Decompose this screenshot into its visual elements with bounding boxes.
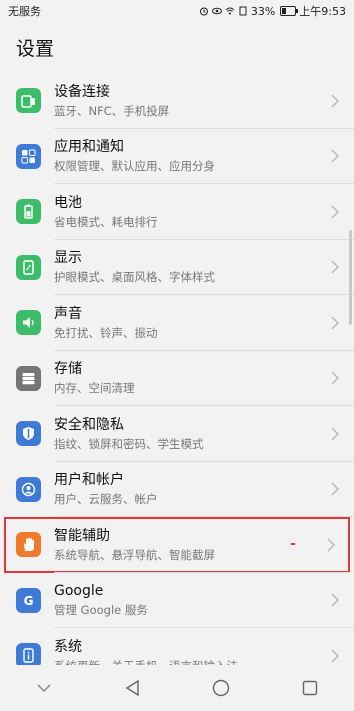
chevron-right-icon xyxy=(331,260,339,274)
hand-icon xyxy=(16,532,41,558)
chevron-right-icon xyxy=(331,371,339,385)
item-texts: 用户和帐户用户、云服务、帐户 xyxy=(54,471,330,507)
item-texts: 智能辅助系统导航、悬浮导航、智能截屏 xyxy=(54,527,326,563)
hide-nav-button[interactable] xyxy=(32,676,56,700)
settings-list[interactable]: 设备连接蓝牙、NFC、手机投屏 应用和通知权限管理、默认应用、应用分身 电池省电模式… xyxy=(0,73,354,665)
sound-icon xyxy=(16,310,41,336)
wifi-icon xyxy=(225,7,235,15)
battery-indicator xyxy=(280,6,299,16)
header: 设置 xyxy=(0,22,354,72)
item-texts: 电池省电模式、耗电排行 xyxy=(54,194,330,230)
user-icon xyxy=(16,476,41,502)
item-subtitle: 内存、空间清理 xyxy=(54,381,135,396)
item-subtitle: 省电模式、耗电排行 xyxy=(54,214,158,229)
item-texts: 系统系统更新、关于手机、语言和输入法 xyxy=(54,638,330,665)
item-title: 显示 xyxy=(54,250,82,267)
back-triangle-icon xyxy=(125,680,139,696)
chevron-right-icon xyxy=(331,482,339,496)
item-texts: 显示护眼模式、桌面风格、字体样式 xyxy=(54,249,330,285)
item-title: 用户和帐户 xyxy=(54,472,124,489)
item-title: 系统 xyxy=(54,638,82,655)
item-subtitle: 管理 Google 服务 xyxy=(54,603,148,618)
settings-item-9[interactable]: G Google 管理 Google 服务 xyxy=(0,573,354,629)
apps-grid-icon xyxy=(16,143,41,169)
chevron-right-icon xyxy=(331,649,339,663)
home-button[interactable] xyxy=(209,676,233,700)
item-title: 设备连接 xyxy=(54,83,110,100)
alarm-icon xyxy=(199,7,208,16)
chevron-right-icon xyxy=(331,94,339,108)
settings-item-1[interactable]: 应用和通知权限管理、默认应用、应用分身 xyxy=(0,129,354,185)
shield-icon xyxy=(16,421,41,447)
scrollbar[interactable] xyxy=(349,230,352,325)
chevron-down-icon xyxy=(37,684,51,693)
chevron-right-icon xyxy=(331,427,339,441)
status-icons: 33% 上午9:53 xyxy=(199,3,346,19)
item-title: Google xyxy=(54,583,104,600)
carrier-text: 无服务 xyxy=(8,5,41,18)
item-subtitle: 护眼模式、桌面风格、字体样式 xyxy=(54,270,215,285)
item-texts: Google 管理 Google 服务 xyxy=(54,582,330,618)
devices-icon xyxy=(16,88,41,114)
item-subtitle: 免打扰、铃声、振动 xyxy=(54,325,158,340)
settings-item-8[interactable]: 智能辅助系统导航、悬浮导航、智能截屏 xyxy=(4,517,350,573)
chevron-right-icon xyxy=(331,149,339,163)
status-bar: 无服务 33% 上午9:53 xyxy=(0,0,354,22)
back-button[interactable] xyxy=(121,676,145,700)
item-texts: 声音免打扰、铃声、振动 xyxy=(54,305,330,341)
settings-item-7[interactable]: 用户和帐户用户、云服务、帐户 xyxy=(0,462,354,518)
google-icon: G xyxy=(16,587,41,613)
item-texts: 安全和隐私指纹、锁屏和密码、学生模式 xyxy=(54,416,330,452)
battery-percent: 33% xyxy=(250,4,276,18)
item-title: 声音 xyxy=(54,305,82,322)
item-subtitle: 用户、云服务、帐户 xyxy=(54,492,158,507)
item-subtitle: 系统更新、关于手机、语言和输入法 xyxy=(54,658,330,665)
item-title: 安全和隐私 xyxy=(54,416,124,433)
info-icon xyxy=(16,643,41,665)
battery-icon xyxy=(16,199,41,225)
item-subtitle: 蓝牙、NFC、手机投屏 xyxy=(54,103,170,118)
item-texts: 存储 内存、空间清理 xyxy=(54,360,330,396)
clock: 上午9:53 xyxy=(299,5,346,18)
settings-item-0[interactable]: 设备连接蓝牙、NFC、手机投屏 xyxy=(0,73,354,129)
item-subtitle: 系统导航、悬浮导航、智能截屏 xyxy=(54,547,215,562)
item-title: 电池 xyxy=(54,194,82,211)
settings-item-6[interactable]: 安全和隐私指纹、锁屏和密码、学生模式 xyxy=(0,406,354,462)
eye-icon xyxy=(211,7,222,15)
page-title: 设置 xyxy=(16,37,55,60)
item-texts: 设备连接蓝牙、NFC、手机投屏 xyxy=(54,83,330,119)
navigation-bar xyxy=(0,665,354,711)
chevron-right-icon xyxy=(327,538,335,552)
chevron-right-icon xyxy=(331,205,339,219)
tap-marker xyxy=(291,543,295,545)
chevron-right-icon xyxy=(331,593,339,607)
home-circle-icon xyxy=(213,679,230,697)
item-title: 智能辅助 xyxy=(54,527,110,544)
item-title: 应用和通知 xyxy=(54,139,124,156)
chevron-right-icon xyxy=(331,316,339,330)
storage-icon xyxy=(16,365,41,391)
recents-square-icon xyxy=(302,680,317,696)
settings-item-2[interactable]: 电池省电模式、耗电排行 xyxy=(0,184,354,240)
item-subtitle: 指纹、锁屏和密码、学生模式 xyxy=(54,436,204,451)
svg-text:G: G xyxy=(24,594,34,608)
recents-button[interactable] xyxy=(298,676,322,700)
item-subtitle: 权限管理、默认应用、应用分身 xyxy=(54,159,215,174)
display-icon xyxy=(16,254,41,280)
sim-icon xyxy=(239,6,247,16)
settings-item-3[interactable]: 显示护眼模式、桌面风格、字体样式 xyxy=(0,240,354,296)
settings-item-5[interactable]: 存储 内存、空间清理 xyxy=(0,351,354,407)
settings-item-4[interactable]: 声音免打扰、铃声、振动 xyxy=(0,295,354,351)
item-title: 存储 xyxy=(54,361,82,378)
settings-item-10[interactable]: 系统系统更新、关于手机、语言和输入法 xyxy=(0,628,354,665)
item-texts: 应用和通知权限管理、默认应用、应用分身 xyxy=(54,138,330,174)
